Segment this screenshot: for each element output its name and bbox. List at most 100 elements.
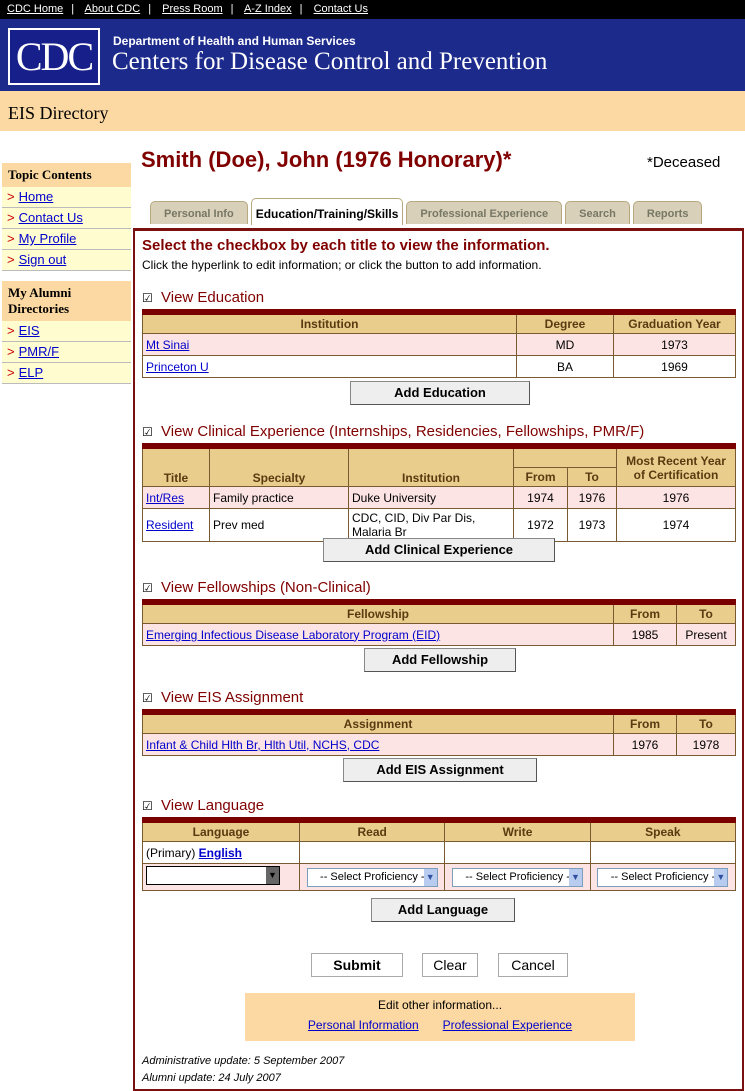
instructions-text: Click the hyperlink to edit information;…	[142, 258, 542, 272]
top-nav: CDC Home | About CDC | Press Room | A-Z Ind…	[0, 0, 745, 19]
primary-language-link[interactable]: English	[199, 846, 242, 860]
title-link[interactable]: Resident	[146, 518, 193, 532]
tab-search[interactable]: Search	[565, 201, 630, 224]
to: Present	[676, 623, 736, 646]
to: 1973	[567, 508, 617, 542]
sidebar-item-elp[interactable]: > ELP	[2, 363, 131, 384]
fellowships-section-title: ☑ View Fellowships (Non-Clinical)	[142, 579, 371, 596]
eis-section-title: ☑ View EIS Assignment	[142, 689, 303, 706]
page-title: Smith (Doe), John (1976 Honorary)*	[141, 147, 512, 172]
certification-year: 1974	[616, 508, 736, 542]
tab-personal-info[interactable]: Personal Info	[150, 201, 248, 224]
language-section-title: ☑ View Language	[142, 797, 264, 814]
specialty: Prev med	[209, 508, 349, 542]
add-education-button[interactable]: Add Education	[350, 381, 530, 405]
clinical-checkbox[interactable]: ☑	[142, 425, 153, 439]
primary-label: (Primary)	[146, 845, 196, 860]
col-header: Title	[142, 445, 210, 487]
add-fellowship-button[interactable]: Add Fellowship	[364, 648, 516, 672]
institution-link[interactable]: Mt Sinai	[146, 338, 189, 352]
signout-link[interactable]: Sign out	[19, 252, 67, 267]
language-checkbox[interactable]: ☑	[142, 799, 153, 813]
a-z-index-link[interactable]: A-Z Index	[244, 3, 292, 15]
contact-link[interactable]: Contact Us	[19, 210, 83, 225]
institution-link[interactable]: Princeton U	[146, 360, 209, 374]
degree: MD	[516, 333, 614, 356]
table-row: (Primary) English	[142, 841, 737, 864]
alumni-heading: My Alumni Directories	[2, 281, 131, 321]
submit-button[interactable]: Submit	[311, 953, 403, 977]
sidebar-item-home[interactable]: > Home	[2, 187, 131, 208]
institution: Duke University	[348, 486, 514, 509]
institution: CDC, CID, Div Par Dis, Malaria Br	[348, 508, 514, 542]
add-clinical-button[interactable]: Add Clinical Experience	[323, 538, 555, 562]
press-room-link[interactable]: Press Room	[162, 3, 223, 15]
cdc-logo[interactable]: CDC	[8, 28, 100, 85]
sidebar-item-signout[interactable]: > Sign out	[2, 250, 131, 271]
certification-year: 1976	[616, 486, 736, 509]
language-title: View Language	[161, 797, 265, 814]
assignment-link[interactable]: Infant & Child Hlth Br, Hlth Util, NCHS,…	[146, 738, 379, 752]
personal-info-link[interactable]: Personal Information	[308, 1018, 419, 1032]
home-link[interactable]: Home	[19, 189, 54, 204]
main-panel: Select the checkbox by each title to vie…	[133, 228, 744, 1091]
table-row: Infant & Child Hlth Br, Hlth Util, NCHS,…	[142, 733, 736, 756]
col-header: To	[567, 467, 617, 487]
tab-professional-experience[interactable]: Professional Experience	[406, 201, 563, 224]
clinical-title: View Clinical Experience (Internships, R…	[161, 423, 645, 440]
edit-other-box: Edit other information... Personal Infor…	[245, 993, 635, 1041]
education-section-title: ☑ View Education	[142, 289, 264, 306]
education-checkbox[interactable]: ☑	[142, 291, 153, 305]
directory-title: EIS Directory	[0, 91, 745, 131]
tab-education[interactable]: Education/Training/Skills	[250, 198, 404, 225]
col-header: From	[613, 601, 677, 624]
elp-link[interactable]: ELP	[19, 365, 44, 380]
banner: CDC Department of Health and Human Servi…	[0, 19, 745, 91]
pmrf-link[interactable]: PMR/F	[19, 344, 59, 359]
fellowships-table: Fellowship From To Emerging Infectious Dis…	[142, 599, 736, 646]
degree: BA	[516, 355, 614, 378]
tab-reports[interactable]: Reports	[632, 201, 703, 224]
title-link[interactable]: Int/Res	[146, 491, 184, 505]
to: 1976	[567, 486, 617, 509]
language-select[interactable]: ▼	[146, 866, 280, 885]
eis-checkbox[interactable]: ☑	[142, 691, 153, 705]
cdc-home-link[interactable]: CDC Home	[7, 3, 63, 15]
about-cdc-link[interactable]: About CDC	[85, 3, 141, 15]
agency-name: Centers for Disease Control and Preventi…	[112, 48, 548, 75]
add-eis-button[interactable]: Add EIS Assignment	[343, 758, 537, 782]
fellowships-checkbox[interactable]: ☑	[142, 581, 153, 595]
col-header: To	[676, 711, 736, 734]
col-header: Institution	[348, 445, 514, 487]
col-header: Degree	[516, 311, 614, 334]
admin-update: Administrative update: 5 September 2007	[142, 1055, 345, 1067]
sidebar-item-contact[interactable]: > Contact Us	[2, 208, 131, 229]
specialty: Family practice	[209, 486, 349, 509]
eis-title: View EIS Assignment	[161, 689, 304, 706]
col-header: To	[676, 601, 736, 624]
instructions-title: Select the checkbox by each title to vie…	[142, 237, 550, 254]
sidebar-item-pmrf[interactable]: > PMR/F	[2, 342, 131, 363]
chevron-down-icon: ▼	[423, 868, 437, 886]
tab-bar: Personal Info Education/Training/Skills …	[150, 198, 703, 225]
cancel-button[interactable]: Cancel	[498, 953, 568, 977]
write-proficiency-select[interactable]: -- Select Proficiency -- ▼	[451, 867, 583, 887]
deceased-note: *Deceased	[647, 154, 721, 171]
speak-proficiency-select[interactable]: -- Select Proficiency -- ▼	[597, 867, 729, 887]
clear-button[interactable]: Clear	[422, 953, 478, 977]
alumni-update: Alumni update: 24 July 2007	[142, 1072, 281, 1084]
read-proficiency-select[interactable]: -- Select Proficiency -- ▼	[306, 867, 438, 887]
col-header: Specialty	[209, 445, 349, 487]
professional-experience-link[interactable]: Professional Experience	[443, 1018, 572, 1032]
contact-us-link[interactable]: Contact Us	[314, 3, 368, 15]
from: 1985	[613, 623, 677, 646]
eis-link[interactable]: EIS	[19, 323, 40, 338]
sidebar: Topic Contents > Home > Contact Us > My Pro…	[2, 163, 131, 384]
dept-name: Department of Health and Human Services	[113, 34, 356, 48]
add-language-button[interactable]: Add Language	[371, 898, 515, 922]
fellowship-link[interactable]: Emerging Infectious Disease Laboratory P…	[146, 628, 440, 642]
sidebar-item-profile[interactable]: > My Profile	[2, 229, 131, 250]
col-header: Institution	[142, 311, 517, 334]
profile-link[interactable]: My Profile	[19, 231, 77, 246]
sidebar-item-eis[interactable]: > EIS	[2, 321, 131, 342]
